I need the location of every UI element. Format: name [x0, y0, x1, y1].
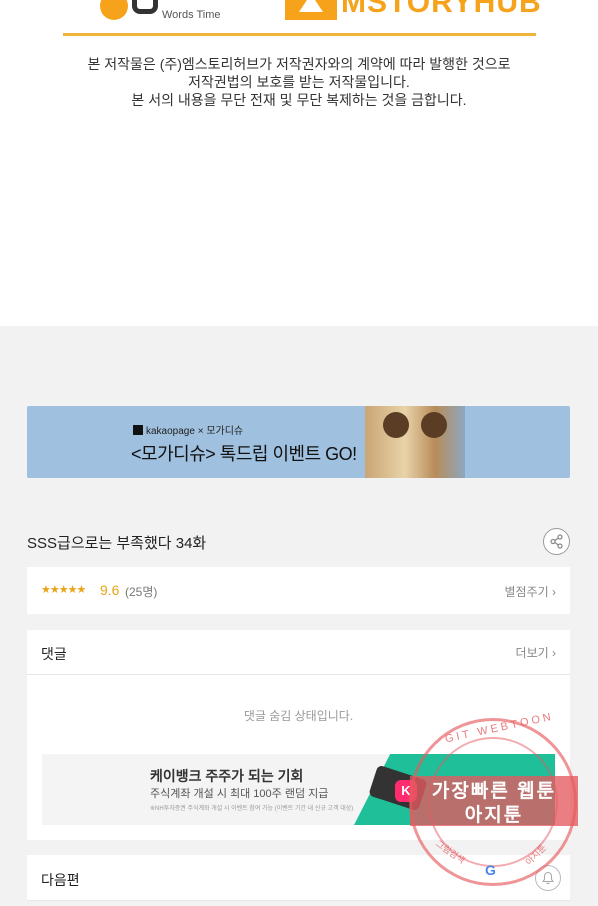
bell-icon	[541, 871, 555, 885]
actor-photo-icon	[383, 412, 409, 438]
copyright-line: 본 서의 내용을 무단 전재 및 무단 복제하는 것을 금합니다.	[131, 92, 467, 108]
comments-title: 댓글	[41, 646, 67, 662]
banner-brand: kakaopage × 모가디슈	[133, 422, 243, 437]
notification-bell-button[interactable]	[535, 865, 561, 891]
copyright-notice: 본 저작물은 (주)엠스토리허브가 저작권자와의 계약에 따라 발행한 것으로 …	[40, 55, 558, 109]
publisher-copyright-section: Words Time MSTORYHUB 본 저작물은 (주)엠스토리허브가 저…	[0, 0, 598, 326]
mstoryhub-mark-icon	[285, 0, 337, 20]
banner-brand-label: kakaopage × 모가디슈	[146, 426, 244, 437]
next-episode-label: 다음편	[41, 872, 80, 888]
episode-title: SSS급으로는 부족했다 34화	[27, 535, 207, 552]
kakaopage-icon	[133, 424, 143, 435]
copyright-line: 저작권법의 보호를 받는 저작물입니다.	[188, 74, 410, 90]
mstoryhub-logo: MSTORYHUB	[285, 0, 541, 22]
ad-fine-print: ※NH투자증권 주식계좌 개설 시 이벤트 참여 가능 (이벤트 기간 내 신규…	[150, 806, 354, 812]
rating-stars-icon: ★★★★★	[41, 584, 86, 596]
share-button[interactable]	[543, 528, 570, 555]
banner-photo	[365, 406, 465, 478]
google-icon: G	[485, 862, 496, 878]
actor-photo-icon	[421, 412, 447, 438]
mstoryhub-wordmark: MSTORYHUB	[341, 0, 542, 19]
watermark-line2: 아지툰	[464, 805, 524, 826]
comments-header: 댓글 더보기 ›	[27, 630, 570, 675]
logo-mark-icon	[132, 0, 158, 14]
watermark-line1: 가장빠른 웹툰	[431, 781, 557, 802]
rate-button[interactable]: 별점주기 ›	[505, 583, 557, 600]
comments-hidden-notice: 댓글 숨김 상태입니다.	[243, 709, 354, 723]
copyright-line: 본 저작물은 (주)엠스토리허브가 저작권자와의 계약에 따라 발행한 것으로	[87, 56, 511, 72]
words-time-logo: Words Time	[100, 0, 230, 28]
rating-card: ★★★★★ 9.6 (25명) 별점주기 ›	[27, 567, 570, 614]
comments-more-link[interactable]: 더보기 ›	[516, 644, 556, 661]
watermark-band: 가장빠른 웹툰 아지툰	[410, 776, 578, 826]
sun-icon	[100, 0, 128, 20]
event-banner[interactable]: kakaopage × 모가디슈 <모가디슈> 톡드립 이벤트 GO!	[27, 406, 570, 478]
banner-title: <모가디슈> 톡드립 이벤트 GO!	[131, 444, 357, 464]
rating-count: (25명)	[125, 585, 158, 599]
ad-subtitle: 주식계좌 개설 시 최대 100주 랜덤 지급	[150, 788, 329, 800]
share-icon	[550, 534, 563, 549]
words-time-label: Words Time	[162, 9, 221, 21]
ad-title: 케이뱅크 주주가 되는 기회	[150, 768, 304, 784]
divider	[63, 33, 536, 36]
rating-score: 9.6	[100, 582, 120, 598]
